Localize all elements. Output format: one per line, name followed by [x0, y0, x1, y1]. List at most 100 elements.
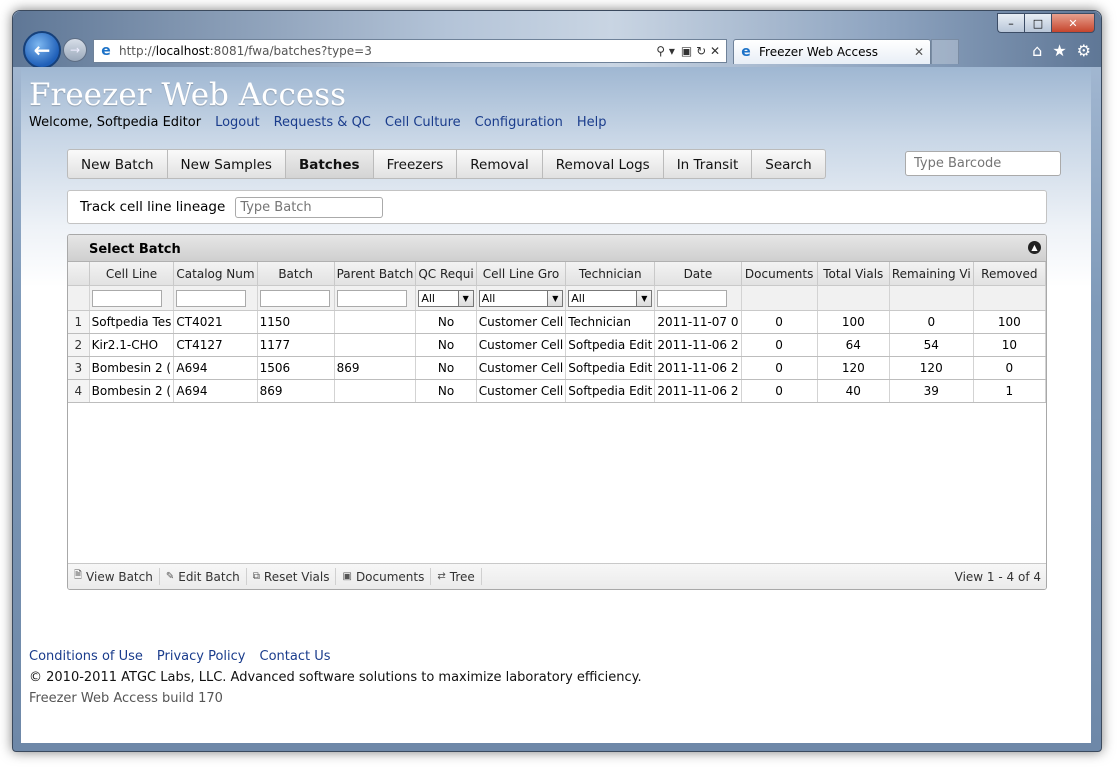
requests-qc-link[interactable]: Requests & QC [274, 115, 371, 130]
configuration-link[interactable]: Configuration [475, 115, 563, 130]
maximize-icon[interactable]: □ [1024, 13, 1051, 33]
filter-cell-line-input[interactable] [91, 289, 162, 307]
nav-new-batch[interactable]: New Batch [67, 149, 168, 179]
filter-group-select[interactable]: All ▼ [478, 289, 564, 307]
header-cell-line-group[interactable]: Cell Line Gro [476, 262, 567, 286]
header-documents[interactable]: Documents [741, 262, 818, 286]
image-icon: ▣ [342, 571, 352, 582]
filter-batch-input[interactable] [259, 289, 330, 307]
minimize-icon[interactable]: – [997, 13, 1024, 33]
remaining-vials-cell: 54 [889, 333, 974, 357]
filter-empty [817, 285, 890, 311]
compat-refresh-stop-icon[interactable]: ▣ ↻ ✕ [681, 44, 720, 58]
welcome-bar: Welcome, Softpedia Editor Logout Request… [29, 115, 606, 130]
conditions-link[interactable]: Conditions of Use [29, 649, 143, 664]
new-tab-button[interactable] [931, 39, 959, 64]
table-row[interactable]: 4 Bombesin 2 ( A694 869 No Customer Cell… [68, 379, 1046, 403]
filter-empty [973, 285, 1046, 311]
table-row[interactable]: 1 Softpedia Tes CT4021 1150 No Customer … [68, 310, 1046, 334]
cell-line-cell: Kir2.1-CHO [89, 333, 175, 357]
cell-line-cell: Bombesin 2 ( [89, 379, 175, 403]
view-batch-button[interactable]: 🗎 View Batch [68, 568, 160, 585]
header-rownum [68, 262, 90, 286]
nav-in-transit[interactable]: In Transit [663, 149, 753, 179]
help-link[interactable]: Help [577, 115, 607, 130]
ie-tab-icon: e [741, 44, 751, 60]
logout-link[interactable]: Logout [215, 115, 260, 130]
table-row[interactable]: 2 Kir2.1-CHO CT4127 1177 No Customer Cel… [68, 333, 1046, 357]
grid-title: Select Batch [89, 242, 181, 257]
pencil-icon: ✎ [165, 571, 175, 582]
catalog-cell: A694 [173, 379, 258, 403]
browser-chrome: – □ ✕ ← → e http://localhost:8081/fwa/ba… [13, 11, 1101, 69]
date-cell: 2011-11-06 2 [654, 379, 742, 403]
reset-vials-button[interactable]: ⧉ Reset Vials [247, 568, 337, 585]
cell-line-cell: Softpedia Tes [89, 310, 175, 334]
main-nav: New Batch New Samples Batches Freezers R… [67, 149, 826, 179]
filter-technician-select[interactable]: All ▼ [568, 289, 653, 307]
nav-new-samples[interactable]: New Samples [167, 149, 286, 179]
header-remaining-vials[interactable]: Remaining Vi [889, 262, 974, 286]
header-qc-required[interactable]: QC Requi [415, 262, 477, 286]
gear-icon[interactable]: ⚙ [1077, 41, 1091, 60]
header-row: Cell Line Catalog Num Batch Parent Batch… [68, 262, 1046, 286]
browser-tab[interactable]: e Freezer Web Access ✕ [733, 39, 931, 64]
page-footer: Conditions of Use Privacy Policy Contact… [29, 649, 642, 706]
remaining-vials-cell: 0 [889, 310, 974, 334]
lineage-panel: Track cell line lineage [67, 190, 1047, 224]
contact-link[interactable]: Contact Us [260, 649, 331, 664]
batch-cell: 1506 [257, 356, 335, 380]
parent-batch-cell [334, 379, 417, 403]
technician-cell: Softpedia Edit [565, 379, 656, 403]
forward-arrow-icon[interactable]: → [63, 38, 87, 62]
page-viewport: Freezer Web Access Welcome, Softpedia Ed… [21, 67, 1091, 743]
header-catalog-num[interactable]: Catalog Num [173, 262, 258, 286]
nav-removal[interactable]: Removal [457, 149, 543, 179]
edit-batch-button[interactable]: ✎ Edit Batch [160, 568, 247, 585]
filter-date-input[interactable] [657, 289, 728, 307]
home-icon[interactable]: ⌂ [1032, 41, 1042, 60]
tree-button[interactable]: ⇄ Tree [431, 568, 482, 585]
header-cell-line[interactable]: Cell Line [89, 262, 175, 286]
address-bar[interactable]: e http://localhost:8081/fwa/batches?type… [93, 39, 727, 63]
filter-tech-cell: All ▼ [565, 285, 656, 311]
technician-cell: Technician [565, 310, 656, 334]
batch-cell: 1177 [257, 333, 335, 357]
batch-input[interactable] [235, 196, 384, 218]
nav-search[interactable]: Search [752, 149, 826, 179]
documents-cell: 0 [741, 310, 818, 334]
total-vials-cell: 120 [817, 356, 890, 380]
tab-title: Freezer Web Access [759, 45, 878, 59]
chevron-down-icon: ▼ [547, 290, 563, 306]
header-batch[interactable]: Batch [257, 262, 335, 286]
header-technician[interactable]: Technician [565, 262, 656, 286]
date-cell: 2011-11-06 2 [654, 333, 742, 357]
collapse-icon[interactable]: ▲ [1028, 241, 1041, 254]
privacy-link[interactable]: Privacy Policy [157, 649, 246, 664]
remaining-vials-cell: 120 [889, 356, 974, 380]
cell-culture-link[interactable]: Cell Culture [385, 115, 461, 130]
qc-cell: No [415, 310, 477, 334]
close-icon[interactable]: ✕ [1051, 13, 1095, 33]
table-row[interactable]: 3 Bombesin 2 ( A694 1506 869 No Customer… [68, 356, 1046, 380]
copy-icon: ⧉ [252, 571, 260, 582]
tab-close-icon[interactable]: ✕ [914, 45, 924, 59]
nav-batches[interactable]: Batches [285, 149, 374, 179]
favorites-star-icon[interactable]: ★ [1052, 41, 1066, 60]
filter-catalog-input[interactable] [176, 289, 247, 307]
header-parent-batch[interactable]: Parent Batch [334, 262, 417, 286]
filter-qc-select[interactable]: All ▼ [418, 289, 474, 307]
total-vials-cell: 100 [817, 310, 890, 334]
address-url[interactable]: http://localhost:8081/fwa/batches?type=3 [119, 44, 656, 58]
header-removed[interactable]: Removed [973, 262, 1046, 286]
back-arrow-icon[interactable]: ← [23, 31, 61, 69]
header-date[interactable]: Date [654, 262, 742, 286]
filter-cell-line-cell [89, 285, 175, 311]
filter-parent-batch-input[interactable] [336, 289, 407, 307]
nav-freezers[interactable]: Freezers [373, 149, 458, 179]
nav-removal-logs[interactable]: Removal Logs [542, 149, 664, 179]
search-icon[interactable]: ⚲ ▾ [656, 44, 675, 58]
barcode-input[interactable] [905, 151, 1061, 176]
header-total-vials[interactable]: Total Vials [817, 262, 890, 286]
documents-button[interactable]: ▣ Documents [336, 568, 432, 585]
